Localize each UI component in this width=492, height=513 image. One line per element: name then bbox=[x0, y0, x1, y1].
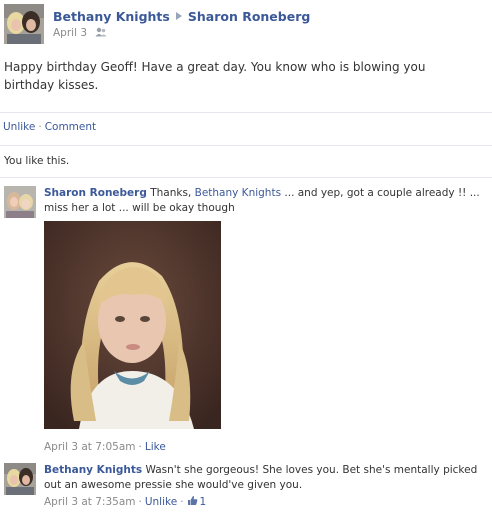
author-link[interactable]: Bethany Knights bbox=[53, 9, 170, 24]
post-names: Bethany Knights Sharon Roneberg bbox=[53, 9, 310, 24]
comment-text: Sharon Roneberg Thanks, Bethany Knights … bbox=[44, 186, 484, 216]
child-portrait-photo bbox=[44, 221, 221, 429]
comment-text: Bethany Knights Wasn't she gorgeous! She… bbox=[44, 463, 484, 493]
like-count-value: 1 bbox=[199, 496, 207, 508]
unlike-link[interactable]: Unlike bbox=[145, 496, 177, 508]
separator: · bbox=[38, 121, 42, 133]
comment-body-start: Thanks, bbox=[150, 187, 195, 199]
comment-photo[interactable] bbox=[44, 221, 221, 429]
comment-like-count[interactable]: 1 bbox=[187, 496, 207, 508]
avatar-photo-icon bbox=[4, 4, 44, 44]
separator: · bbox=[180, 496, 184, 508]
commenter-avatar[interactable] bbox=[4, 463, 36, 495]
mention-link[interactable]: Bethany Knights bbox=[195, 187, 281, 199]
comment-item: Bethany Knights Wasn't she gorgeous! She… bbox=[4, 463, 488, 511]
arrow-right-icon bbox=[175, 12, 182, 20]
post-actions: Unlike · Comment bbox=[3, 121, 96, 133]
separator: · bbox=[138, 496, 142, 508]
unlike-link[interactable]: Unlike bbox=[3, 121, 35, 133]
thumbs-up-icon bbox=[187, 496, 197, 505]
author-avatar[interactable] bbox=[4, 4, 44, 44]
avatar-photo-icon bbox=[4, 186, 36, 218]
comment-meta: April 3 at 7:35am · Unlike · 1 bbox=[44, 495, 206, 508]
friends-icon[interactable] bbox=[95, 27, 107, 37]
divider bbox=[0, 112, 492, 113]
comment-link[interactable]: Comment bbox=[45, 121, 96, 133]
post-header: Bethany Knights Sharon Roneberg April 3 bbox=[4, 4, 488, 44]
target-link[interactable]: Sharon Roneberg bbox=[188, 9, 310, 24]
likes-summary: You like this. bbox=[4, 155, 70, 167]
like-link[interactable]: Like bbox=[145, 441, 166, 453]
commenter-avatar[interactable] bbox=[4, 186, 36, 218]
comment-timestamp[interactable]: April 3 at 7:05am bbox=[44, 441, 136, 453]
separator: · bbox=[138, 441, 142, 453]
post-date-text[interactable]: April 3 bbox=[53, 27, 87, 39]
comment-author-link[interactable]: Bethany Knights bbox=[44, 464, 142, 476]
divider bbox=[0, 177, 492, 178]
comment-timestamp[interactable]: April 3 at 7:35am bbox=[44, 496, 136, 508]
post-date: April 3 bbox=[53, 27, 107, 39]
comment-meta: April 3 at 7:05am · Like bbox=[44, 441, 166, 453]
comment-author-link[interactable]: Sharon Roneberg bbox=[44, 187, 147, 199]
divider bbox=[0, 145, 492, 146]
post-body: Happy birthday Geoff! Have a great day. … bbox=[4, 60, 426, 92]
avatar-photo-icon bbox=[4, 463, 36, 495]
